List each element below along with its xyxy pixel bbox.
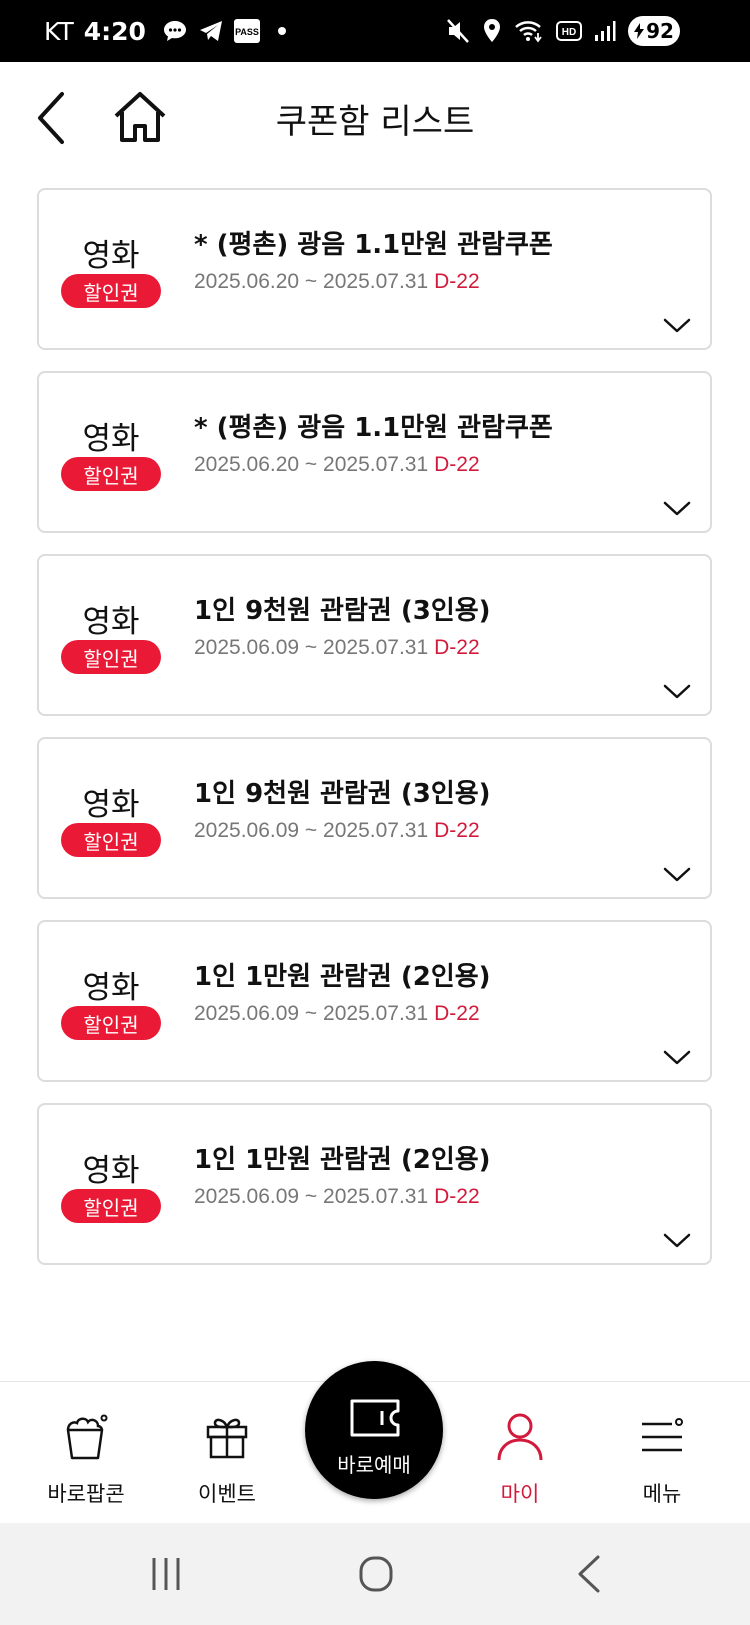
nav-label-my: 마이 xyxy=(500,1482,540,1506)
chevron-down-icon[interactable] xyxy=(662,316,692,336)
coupon-period-row: 2025.06.09 ~ 2025.07.31 D-22 xyxy=(194,1185,480,1209)
coupon-period: 2025.06.09 ~ 2025.07.31 xyxy=(194,1002,429,1025)
app-header: 쿠폰함 리스트 xyxy=(0,62,750,172)
nav-label-booking: 바로예매 xyxy=(337,1453,411,1477)
charging-icon xyxy=(634,23,645,39)
clock: 4:20 xyxy=(83,16,146,46)
battery-indicator: 92 xyxy=(628,16,680,46)
chevron-down-icon[interactable] xyxy=(662,682,692,702)
back-arrow-icon xyxy=(578,1555,600,1593)
coupon-period: 2025.06.09 ~ 2025.07.31 xyxy=(194,819,429,842)
coupon-type-badge: 할인권 xyxy=(61,457,161,491)
coupon-category: 영화 xyxy=(82,1153,140,1189)
system-back-button[interactable] xyxy=(560,1549,620,1599)
nav-label-popcorn: 바로팝콘 xyxy=(47,1482,125,1506)
coupon-list: 영화 할인권 * (평촌) 광음 1.1만원 관람쿠폰 2025.06.20 ~… xyxy=(37,188,712,1286)
coupon-card[interactable]: 영화 할인권 * (평촌) 광음 1.1만원 관람쿠폰 2025.06.20 ~… xyxy=(37,371,712,533)
gift-icon xyxy=(206,1418,248,1459)
chat-bubble-icon xyxy=(162,19,188,43)
pass-app-label: PASS xyxy=(235,27,259,37)
system-home-button[interactable] xyxy=(347,1549,407,1599)
coupon-type-badge: 할인권 xyxy=(61,640,161,674)
chevron-down-icon[interactable] xyxy=(662,499,692,519)
coupon-dday: D-22 xyxy=(434,453,480,476)
coupon-card[interactable]: 영화 할인권 1인 9천원 관람권 (3인용) 2025.06.09 ~ 202… xyxy=(37,737,712,899)
coupon-period: 2025.06.20 ~ 2025.07.31 xyxy=(194,270,429,293)
menu-icon xyxy=(642,1418,683,1452)
pass-app-icon: PASS xyxy=(233,19,260,43)
coupon-period-row: 2025.06.09 ~ 2025.07.31 D-22 xyxy=(194,636,480,660)
coupon-title: 1인 1만원 관람권 (2인용) xyxy=(194,1145,491,1175)
coupon-card[interactable]: 영화 할인권 1인 1만원 관람권 (2인용) 2025.06.09 ~ 202… xyxy=(37,1103,712,1265)
coupon-category: 영화 xyxy=(82,421,140,457)
chevron-down-icon[interactable] xyxy=(662,1048,692,1068)
coupon-dday: D-22 xyxy=(434,1002,480,1025)
nav-item-my[interactable]: 마이 xyxy=(460,1382,580,1524)
location-icon xyxy=(482,18,502,44)
person-icon xyxy=(497,1413,543,1461)
coupon-category: 영화 xyxy=(82,787,140,823)
carrier-name: KT xyxy=(44,16,74,46)
nav-item-event[interactable]: 이벤트 xyxy=(167,1382,287,1524)
coupon-category: 영화 xyxy=(82,970,140,1006)
status-right: HD 92 xyxy=(446,0,680,62)
chevron-down-icon[interactable] xyxy=(662,1231,692,1251)
nav-item-menu[interactable]: 메뉴 xyxy=(602,1382,722,1524)
nav-label-menu: 메뉴 xyxy=(642,1482,682,1506)
coupon-period: 2025.06.20 ~ 2025.07.31 xyxy=(194,453,429,476)
coupon-dday: D-22 xyxy=(434,636,480,659)
coupon-period-row: 2025.06.20 ~ 2025.07.31 D-22 xyxy=(194,453,480,477)
chevron-down-icon[interactable] xyxy=(662,865,692,885)
telegram-icon xyxy=(198,19,224,43)
coupon-title: * (평촌) 광음 1.1만원 관람쿠폰 xyxy=(194,230,553,260)
notification-dot xyxy=(277,27,286,35)
coupon-title: 1인 9천원 관람권 (3인용) xyxy=(194,596,491,626)
coupon-type-badge: 할인권 xyxy=(61,274,161,308)
coupon-dday: D-22 xyxy=(434,270,480,293)
page-title: 쿠폰함 리스트 xyxy=(275,102,475,142)
nav-label-event: 이벤트 xyxy=(198,1482,256,1506)
system-nav-bar xyxy=(0,1523,750,1625)
recent-apps-button[interactable] xyxy=(140,1549,200,1599)
status-bar: KT 4:20 PASS HD 92 xyxy=(0,0,750,62)
coupon-card[interactable]: 영화 할인권 1인 9천원 관람권 (3인용) 2025.06.09 ~ 202… xyxy=(37,554,712,716)
coupon-dday: D-22 xyxy=(434,1185,480,1208)
ticket-icon xyxy=(350,1399,400,1437)
signal-icon xyxy=(594,20,616,42)
coupon-card[interactable]: 영화 할인권 * (평촌) 광음 1.1만원 관람쿠폰 2025.06.20 ~… xyxy=(37,188,712,350)
recent-apps-icon xyxy=(152,1558,180,1590)
coupon-title: * (평촌) 광음 1.1만원 관람쿠폰 xyxy=(194,413,553,443)
coupon-period: 2025.06.09 ~ 2025.07.31 xyxy=(194,636,429,659)
coupon-period: 2025.06.09 ~ 2025.07.31 xyxy=(194,1185,429,1208)
coupon-period-row: 2025.06.09 ~ 2025.07.31 D-22 xyxy=(194,1002,480,1026)
nav-item-popcorn[interactable]: 바로팝콘 xyxy=(26,1382,146,1524)
coupon-card[interactable]: 영화 할인권 1인 1만원 관람권 (2인용) 2025.06.09 ~ 202… xyxy=(37,920,712,1082)
hd-icon: HD xyxy=(556,20,582,42)
coupon-category: 영화 xyxy=(82,238,140,274)
popcorn-icon xyxy=(66,1414,108,1460)
status-left: KT 4:20 PASS xyxy=(44,0,286,62)
svg-text:HD: HD xyxy=(562,27,576,38)
wifi-icon xyxy=(514,19,544,43)
coupon-type-badge: 할인권 xyxy=(61,1006,161,1040)
coupon-category: 영화 xyxy=(82,604,140,640)
coupon-type-badge: 할인권 xyxy=(61,1189,161,1223)
coupon-type-badge: 할인권 xyxy=(61,823,161,857)
coupon-period-row: 2025.06.20 ~ 2025.07.31 D-22 xyxy=(194,270,480,294)
coupon-period-row: 2025.06.09 ~ 2025.07.31 D-22 xyxy=(194,819,480,843)
quick-booking-button[interactable]: 바로예매 xyxy=(305,1361,443,1499)
mute-icon xyxy=(446,18,470,44)
battery-level: 92 xyxy=(646,19,674,43)
home-circle-icon xyxy=(359,1556,393,1592)
coupon-title: 1인 9천원 관람권 (3인용) xyxy=(194,779,491,809)
coupon-dday: D-22 xyxy=(434,819,480,842)
coupon-title: 1인 1만원 관람권 (2인용) xyxy=(194,962,491,992)
